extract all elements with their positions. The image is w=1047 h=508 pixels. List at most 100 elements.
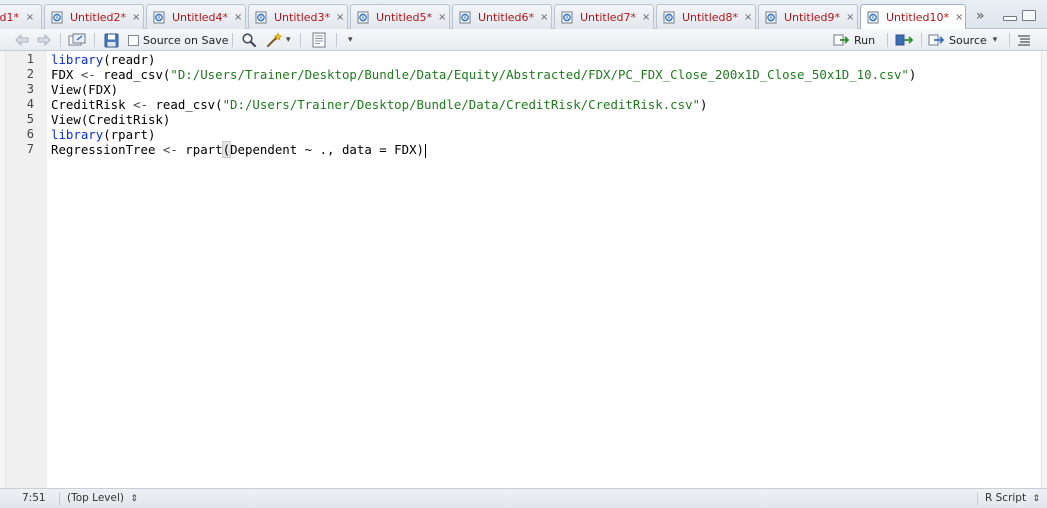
editor-scrollbar[interactable] — [1041, 51, 1047, 488]
svg-text:R: R — [871, 16, 875, 22]
text-cursor — [425, 143, 427, 158]
minimize-icon[interactable] — [1003, 16, 1017, 21]
editor-tab[interactable]: R Untitled10* × — [860, 4, 966, 30]
tab-label: Untitled8* — [682, 10, 739, 24]
show-in-window-icon[interactable] — [68, 32, 86, 48]
r-document-icon: R — [51, 11, 63, 23]
code-editor[interactable]: library(readr) FDX <- read_csv("D:/Users/… — [51, 51, 1031, 488]
editor-tab[interactable]: R Untitled5* × — [350, 4, 450, 29]
run-arrow-icon — [833, 34, 850, 46]
svg-text:R: R — [667, 15, 671, 21]
close-icon[interactable]: × — [744, 12, 752, 23]
source-button[interactable]: Source ▾ — [928, 32, 997, 48]
rerun-button[interactable] — [895, 32, 915, 48]
checkbox-box[interactable] — [128, 34, 139, 46]
r-document-icon: R — [765, 11, 777, 23]
code-line[interactable]: CreditRisk <- read_csv("D:/Users/Trainer… — [51, 97, 708, 112]
svg-text:R: R — [769, 15, 773, 21]
editor-tab[interactable]: R Untitled8* × — [656, 4, 756, 29]
line-number: 4 — [26, 97, 34, 111]
editor-toolbar: Source on Save ▾ ▾ Run Source ▾ — [0, 29, 1047, 51]
run-button[interactable]: Run — [833, 32, 875, 48]
code-line[interactable]: RegressionTree <- rpart(Dependent ~ ., d… — [51, 141, 427, 158]
code-line[interactable]: FDX <- read_csv("D:/Users/Trainer/Deskto… — [51, 67, 916, 82]
code-line[interactable]: library(readr) — [51, 52, 155, 67]
line-number: 6 — [26, 127, 34, 141]
save-icon[interactable] — [104, 32, 119, 48]
tab-label: Untitled3* — [274, 10, 331, 24]
r-document-icon: R — [255, 11, 267, 23]
cursor-position: 7:51 — [22, 492, 46, 504]
source-on-save-checkbox[interactable]: Source on Save — [128, 32, 228, 48]
updown-icon: ⇕ — [1032, 494, 1040, 504]
updown-icon: ⇕ — [130, 494, 138, 504]
run-label: Run — [854, 33, 876, 47]
editor-tab[interactable]: R Untitled6* × — [452, 4, 552, 29]
line-number: 5 — [26, 112, 34, 126]
scope-selector[interactable]: (Top Level) ⇕ — [67, 492, 138, 504]
close-icon[interactable]: × — [846, 12, 854, 23]
tab-label: Untitled4* — [172, 10, 229, 24]
line-number: 1 — [26, 52, 34, 66]
scope-label: (Top Level) — [67, 492, 124, 504]
svg-text:R: R — [463, 15, 467, 21]
svg-text:R: R — [157, 15, 161, 21]
magic-wand-icon[interactable] — [266, 32, 284, 48]
back-arrow-icon[interactable] — [14, 32, 30, 48]
close-icon[interactable]: × — [336, 12, 344, 23]
chevron-down-icon[interactable]: ▾ — [286, 32, 291, 48]
chevron-down-icon[interactable]: ▾ — [348, 32, 353, 48]
outline-icon[interactable] — [1017, 32, 1031, 48]
tab-label: Untitled5* — [376, 10, 433, 24]
line-number: 2 — [26, 67, 34, 81]
close-icon[interactable]: × — [234, 12, 242, 23]
maximize-icon[interactable] — [1022, 10, 1036, 21]
file-type-selector[interactable]: R Script ⇕ — [985, 492, 1040, 504]
svg-text:R: R — [55, 15, 59, 21]
svg-text:R: R — [565, 15, 569, 21]
code-line[interactable]: View(FDX) — [51, 82, 118, 97]
r-document-icon: R — [561, 11, 573, 23]
r-document-icon: R — [459, 11, 471, 23]
rerun-icon — [895, 34, 914, 46]
forward-arrow-icon[interactable] — [36, 32, 52, 48]
r-document-icon: R — [867, 11, 879, 24]
r-document-icon: R — [357, 11, 369, 23]
r-document-icon: R — [663, 11, 675, 23]
tab-label: Untitled6* — [478, 10, 535, 24]
close-icon[interactable]: × — [540, 12, 548, 23]
editor-tab[interactable]: d1* × — [0, 4, 42, 29]
tab-label: Untitled10* — [886, 11, 950, 24]
editor-tab[interactable]: R Untitled4* × — [146, 4, 246, 29]
tab-label: Untitled9* — [784, 10, 841, 24]
file-type-label: R Script — [985, 492, 1027, 504]
line-number: 7 — [26, 142, 34, 156]
search-icon[interactable] — [241, 32, 257, 48]
close-icon[interactable]: × — [25, 12, 35, 23]
chevron-down-icon[interactable]: ▾ — [993, 35, 998, 45]
source-on-save-label: Source on Save — [143, 33, 229, 47]
editor-tab[interactable]: R Untitled2* × — [44, 4, 144, 29]
code-line[interactable]: View(CreditRisk) — [51, 112, 170, 127]
code-line[interactable]: library(rpart) — [51, 127, 155, 142]
source-arrow-icon — [928, 34, 945, 46]
close-icon[interactable]: × — [132, 12, 140, 23]
tab-label: d1* — [0, 10, 19, 24]
status-bar: 7:51 (Top Level) ⇕ R Script ⇕ — [0, 488, 1047, 508]
line-number: 3 — [26, 82, 34, 96]
source-label: Source — [949, 33, 987, 47]
close-icon[interactable]: × — [438, 12, 446, 23]
tab-label: Untitled2* — [70, 10, 127, 24]
editor-tab[interactable]: R Untitled7* × — [554, 4, 654, 29]
editor-tab[interactable]: R Untitled9* × — [758, 4, 858, 29]
svg-text:R: R — [361, 15, 365, 21]
tab-bar: d1* × R Untitled2* × R Untitled4* × R Untitled3* ×… — [0, 0, 1047, 30]
svg-text:R: R — [259, 15, 263, 21]
compile-report-icon[interactable] — [311, 32, 327, 48]
editor-tab[interactable]: R Untitled3* × — [248, 4, 348, 29]
close-icon[interactable]: × — [642, 12, 650, 23]
close-icon[interactable]: × — [955, 12, 963, 23]
tab-label: Untitled7* — [580, 10, 637, 24]
line-number-gutter: 1234567 — [6, 51, 47, 488]
tab-overflow-icon[interactable]: » — [976, 6, 985, 26]
